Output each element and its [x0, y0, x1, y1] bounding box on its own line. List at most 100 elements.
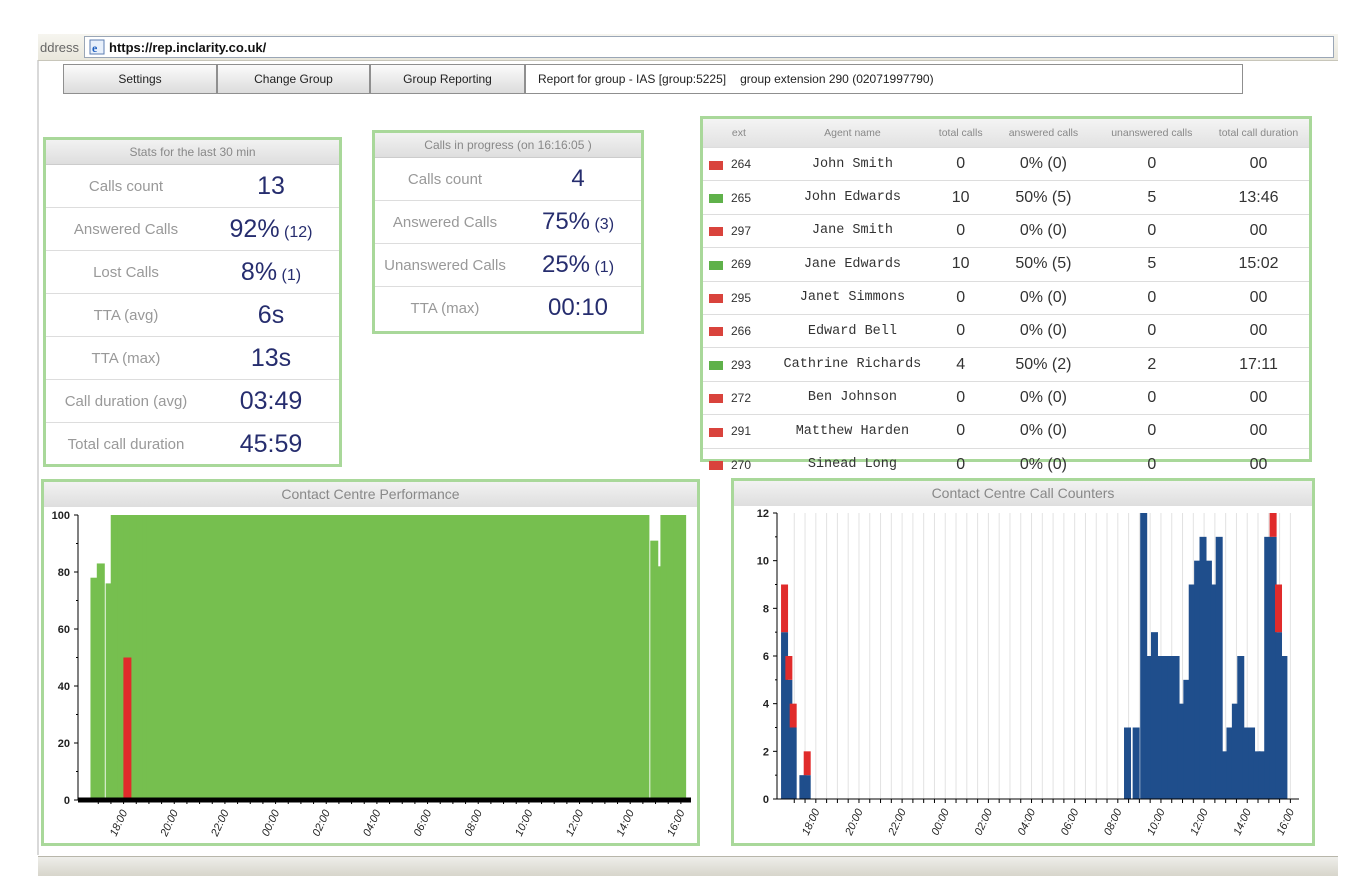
calls-in-progress-rows: Calls count 4 Answered Calls 75% (3) Unanswe…: [375, 158, 641, 329]
total-call-duration-header[interactable]: total call duration: [1208, 119, 1309, 148]
stat-label: Answered Calls: [392, 213, 498, 231]
agent-row[interactable]: 270 Sinead Long 0 0% (0) 0 00: [703, 447, 1309, 481]
stat-row: TTA (avg) 6s: [46, 294, 339, 337]
agent-name: Jane Smith: [774, 213, 931, 248]
stat-label: TTA (avg): [93, 306, 159, 324]
browser-status-bar: [38, 856, 1338, 876]
agents-header-row: ext Agent name total calls answered calls un…: [703, 119, 1309, 148]
bar-series-1: [123, 657, 132, 800]
agent-name-header[interactable]: Agent name: [774, 119, 931, 148]
group-reporting-button[interactable]: Group Reporting: [370, 64, 525, 94]
change-group-button[interactable]: Change Group: [217, 64, 370, 94]
stat-main-value: 45:59: [239, 429, 303, 458]
y-tick-label: 100: [52, 510, 70, 522]
agent-ext-number: 264: [731, 157, 752, 172]
agent-answered-calls: 0% (0): [991, 280, 1096, 315]
agent-row[interactable]: 266 Edward Bell 0 0% (0) 0 00: [703, 313, 1309, 348]
stat-value: 92% (12): [206, 215, 336, 244]
agent-row[interactable]: 293 Cathrine Richards 4 50% (2) 2 17:11: [703, 347, 1309, 382]
stat-count: (12): [279, 223, 313, 241]
page-icon: e: [89, 39, 105, 55]
agent-total-duration: 00: [1208, 414, 1309, 449]
agent-row[interactable]: 295 Janet Simmons 0 0% (0) 0 00: [703, 280, 1309, 315]
x-tick-label: 14:00: [614, 807, 637, 838]
settings-button[interactable]: Settings: [63, 64, 217, 94]
y-tick-label: 10: [757, 556, 769, 568]
stats-30min-panel: Stats for the last 30 min Calls count 13 A…: [43, 137, 342, 467]
stat-value: 8% (1): [206, 258, 336, 287]
status-flag-red-icon: [709, 427, 723, 437]
agent-ext: 264: [703, 146, 775, 181]
answered-calls-header[interactable]: answered calls: [991, 119, 1096, 148]
agent-row[interactable]: 291 Matthew Harden 0 0% (0) 0 00: [703, 414, 1309, 449]
stat-value: 6s: [206, 301, 336, 330]
agent-name: Sinead Long: [774, 447, 931, 481]
agent-row[interactable]: 269 Jane Edwards 10 50% (5) 5 15:02: [703, 247, 1309, 282]
unanswered-calls-header[interactable]: unanswered calls: [1095, 119, 1208, 148]
stat-row: Calls count 13: [46, 165, 339, 208]
stat-row: Unanswered Calls 25% (1): [375, 244, 641, 287]
stats-30min-title: Stats for the last 30 min: [46, 140, 339, 165]
y-tick-label: 6: [763, 651, 769, 663]
y-tick-label: 2: [763, 746, 769, 758]
report-for-group: Report for group - IAS [group:5225]: [538, 72, 727, 86]
agent-ext-number: 291: [731, 424, 752, 439]
group-extension: group extension 290 (02071997790): [740, 72, 934, 86]
agent-name: Jane Edwards: [774, 247, 931, 282]
stat-row: Lost Calls 8% (1): [46, 251, 339, 294]
address-input[interactable]: e https://rep.inclarity.co.uk/: [84, 36, 1334, 58]
call-counters-chart-panel: Contact Centre Call Counters 0 2 4 6 8 10 12 18…: [731, 478, 1315, 846]
agent-unanswered-calls: 0: [1095, 380, 1208, 415]
status-flag-green-icon: [709, 260, 723, 270]
agent-ext-number: 295: [731, 290, 752, 305]
agent-row[interactable]: 272 Ben Johnson 0 0% (0) 0 00: [703, 380, 1309, 415]
y-tick-label: 0: [64, 795, 70, 807]
stat-count: (1): [277, 266, 302, 284]
stat-label: TTA (max): [410, 299, 480, 317]
agent-total-duration: 00: [1208, 146, 1309, 181]
agent-unanswered-calls: 0: [1095, 280, 1208, 315]
agent-ext: 272: [703, 380, 775, 415]
agent-ext-number: 297: [731, 223, 752, 238]
window-left-border: [37, 60, 39, 855]
agent-row[interactable]: 264 John Smith 0 0% (0) 0 00: [703, 146, 1309, 181]
x-tick-label: 20:00: [158, 807, 181, 839]
x-tick-label: 22:00: [886, 806, 909, 838]
stat-row: Answered Calls 75% (3): [375, 201, 641, 244]
stat-main-value: 92%: [229, 214, 280, 243]
x-tick-label: 06:00: [412, 807, 435, 838]
stat-label: Total call duration: [67, 435, 185, 453]
stat-row: Answered Calls 92% (12): [46, 208, 339, 251]
agent-total-duration: 17:11: [1208, 347, 1309, 382]
status-flag-red-icon: [709, 160, 723, 170]
agent-unanswered-calls: 0: [1095, 213, 1208, 248]
stat-value: 75% (3): [515, 208, 641, 236]
agent-unanswered-calls: 0: [1095, 414, 1208, 449]
agent-unanswered-calls: 0: [1095, 313, 1208, 348]
agent-row[interactable]: 297 Jane Smith 0 0% (0) 0 00: [703, 213, 1309, 248]
ext-header[interactable]: ext: [703, 119, 775, 148]
agent-answered-calls: 0% (0): [991, 380, 1096, 415]
address-label: ddress: [40, 39, 80, 55]
address-url[interactable]: https://rep.inclarity.co.uk/: [109, 40, 266, 55]
agent-total-calls: 0: [930, 380, 992, 415]
agent-row[interactable]: 265 John Edwards 10 50% (5) 5 13:46: [703, 180, 1309, 215]
x-tick-label: 14:00: [1231, 806, 1254, 837]
bar-series-0: [96, 563, 105, 800]
x-tick-label: 08:00: [462, 807, 485, 838]
agent-ext-number: 265: [731, 190, 752, 205]
agent-name: Cathrine Richards: [774, 347, 931, 382]
agent-total-calls: 4: [930, 347, 992, 382]
agent-name: Ben Johnson: [774, 380, 931, 415]
x-tick-label: 04:00: [1016, 806, 1039, 837]
status-flag-red-icon: [709, 294, 723, 304]
y-tick-label: 4: [763, 699, 770, 711]
stat-main-value: 75%: [541, 208, 591, 235]
total-calls-header[interactable]: total calls: [930, 119, 992, 148]
agent-ext: 291: [703, 414, 775, 449]
stat-main-value: 4: [571, 165, 585, 192]
agent-total-calls: 0: [930, 213, 992, 248]
agent-total-calls: 10: [930, 247, 992, 282]
stat-main-value: 13s: [250, 343, 292, 372]
agent-total-duration: 00: [1208, 380, 1309, 415]
